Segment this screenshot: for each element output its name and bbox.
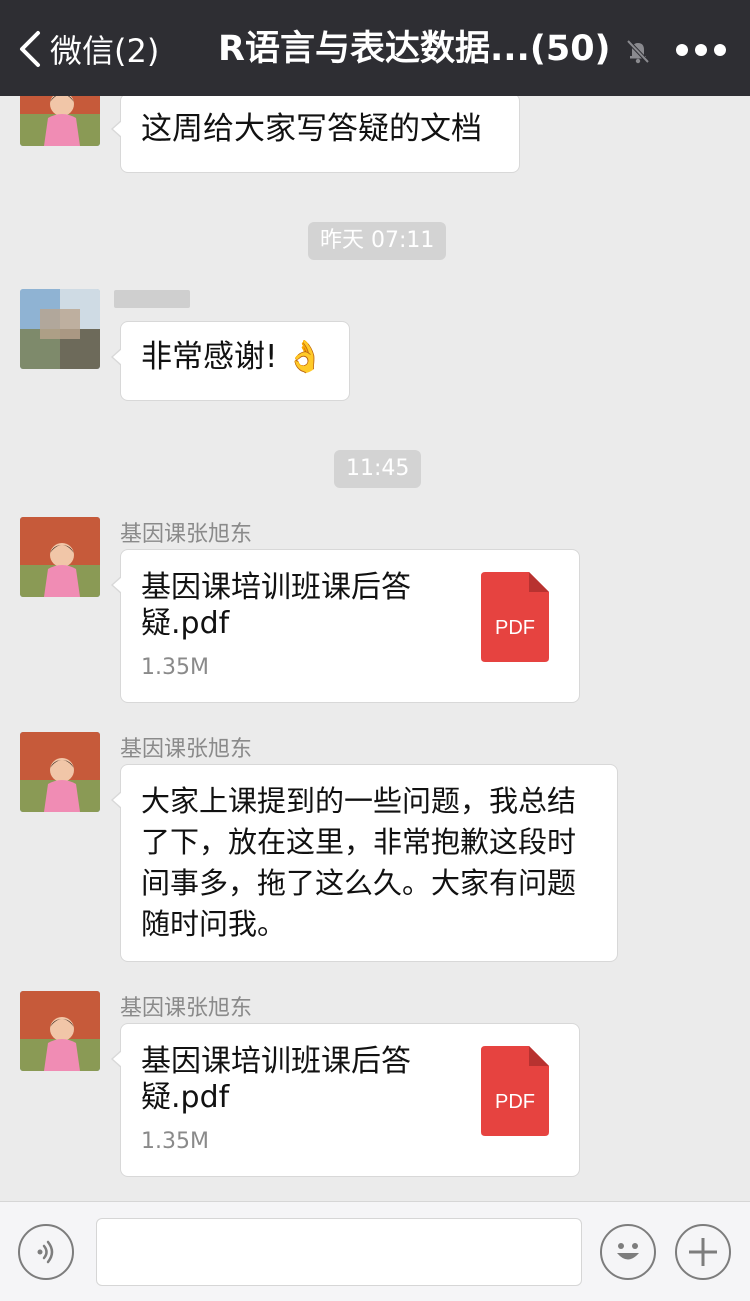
avatar[interactable] — [20, 96, 100, 146]
message-text: 非常感谢! 👌 — [121, 322, 349, 392]
file-message-bubble[interactable]: 基因课培训班课后答疑.pdf 1.35M PDF — [111, 1023, 580, 1177]
voice-icon — [37, 1240, 54, 1264]
file-size: 1.35M — [141, 1129, 209, 1154]
navigation-bar: 微信(2) R语言与表达数据...(50) — [0, 0, 750, 96]
file-message-bubble[interactable]: 基因课培训班课后答疑.pdf 1.35M PDF — [111, 549, 580, 703]
avatar[interactable] — [20, 732, 100, 812]
more-dots-icon[interactable] — [676, 38, 726, 62]
voice-button[interactable] — [18, 1224, 74, 1280]
mute-bell-icon — [626, 39, 650, 64]
pdf-label: PDF — [495, 1091, 535, 1113]
ok-hand-emoji: 👌 — [285, 339, 325, 375]
message-text: 大家上课提到的一些问题，我总结了下，放在这里，非常抱歉这段时间事多，拖了这么久。… — [141, 784, 577, 941]
timestamp: 昨天 07:11 — [308, 222, 447, 260]
plus-button[interactable] — [675, 1224, 731, 1280]
back-button[interactable]: 微信(2) — [18, 24, 159, 74]
back-chevron-icon — [20, 31, 40, 67]
pdf-icon: PDF — [481, 572, 549, 662]
emoji-button[interactable] — [600, 1224, 656, 1280]
plus-icon — [689, 1238, 717, 1266]
chat-area: 这周给大家写答疑的文档 昨天 07:11 非常感谢!👌 11:45 基因课张旭 — [0, 96, 750, 1201]
chat-title: R语言与表达数据...(50) — [218, 29, 611, 69]
sender-name: 基因课张旭东 — [120, 737, 253, 762]
file-name: 基因课培训班课后答疑.pdf — [141, 570, 411, 641]
input-bar — [0, 1201, 750, 1301]
message-bubble[interactable]: 大家上课提到的一些问题，我总结了下，放在这里，非常抱歉这段时间事多，拖了这么久。… — [111, 764, 618, 962]
message-bubble[interactable]: 这周给大家写答疑的文档 — [111, 96, 520, 173]
message-text-content: 非常感谢! — [141, 339, 278, 375]
pdf-icon: PDF — [481, 1046, 549, 1136]
avatar[interactable] — [20, 991, 100, 1071]
back-label: 微信(2) — [50, 32, 160, 70]
file-size: 1.35M — [141, 655, 209, 680]
message-input[interactable] — [96, 1218, 582, 1286]
sender-name: 基因课张旭东 — [120, 996, 253, 1021]
timestamp: 11:45 — [334, 450, 422, 488]
emoji-icon — [617, 1243, 639, 1260]
blurred-sender-name — [114, 290, 190, 308]
message-text: 这周给大家写答疑的文档 — [141, 111, 482, 147]
avatar[interactable] — [20, 289, 100, 369]
avatar[interactable] — [20, 517, 100, 597]
message-bubble[interactable]: 非常感谢! 👌 — [111, 321, 350, 401]
pdf-label: PDF — [495, 617, 535, 639]
file-name: 基因课培训班课后答疑.pdf — [141, 1044, 411, 1115]
sender-name: 基因课张旭东 — [120, 522, 253, 547]
